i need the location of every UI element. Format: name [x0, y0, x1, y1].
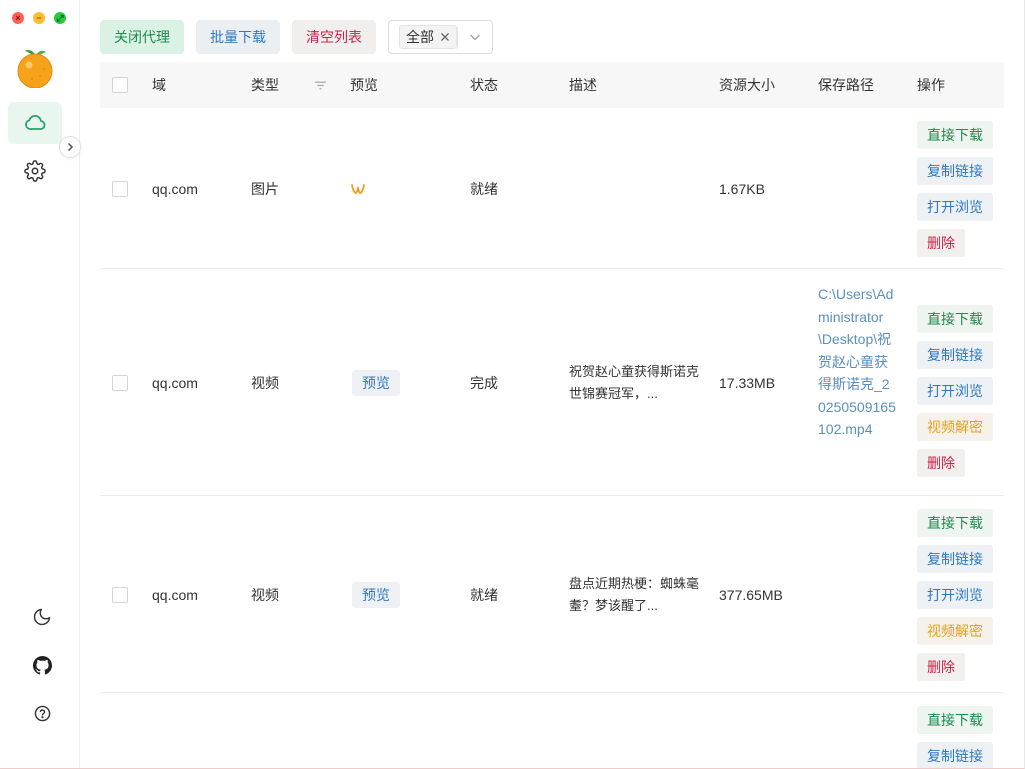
delete-button[interactable]: 删除 — [917, 653, 965, 681]
cell-path: C:\Users\Administrator\Desktop\祝贺赵心童获得斯诺… — [818, 283, 896, 441]
cell-preview: 预览 — [352, 496, 400, 693]
moon-icon — [33, 608, 51, 626]
type-filter-select[interactable]: 全部 — [388, 20, 493, 54]
cell-desc: 祝贺赵心童获得斯诺克世锦赛冠军，... — [569, 269, 704, 496]
filter-icon — [315, 81, 326, 89]
header-domain: 域 — [152, 77, 166, 93]
filter-chip: 全部 — [399, 25, 457, 49]
copy-link-button[interactable]: 复制链接 — [917, 742, 993, 768]
table-header: 域 类型 预览 状态 描述 资源大小 保存路径 操作 — [100, 62, 1004, 108]
github-icon — [32, 655, 52, 675]
preview-button[interactable]: 预览 — [352, 581, 400, 608]
save-path-link[interactable]: C:\Users\Administrator\Desktop\祝贺赵心童获得斯诺… — [818, 283, 896, 441]
decrypt-video-button[interactable]: 视频解密 — [917, 617, 993, 645]
row-select — [112, 269, 128, 496]
description-text: 祝贺赵心童获得斯诺克世锦赛冠军，... — [569, 363, 700, 401]
close-proxy-button[interactable]: 关闭代理 — [100, 20, 184, 54]
cell-domain: qq.com — [152, 180, 198, 197]
row-checkbox[interactable] — [112, 586, 128, 603]
github-link[interactable] — [25, 648, 59, 682]
delete-button[interactable]: 删除 — [917, 449, 965, 477]
cell-preview-thumbnail[interactable] — [350, 108, 366, 269]
cloud-icon — [25, 114, 46, 130]
toolbar: 关闭代理 批量下载 清空列表 全部 — [100, 20, 493, 54]
close-icon[interactable] — [440, 32, 450, 42]
row-checkbox[interactable] — [112, 180, 128, 197]
open-browse-button[interactable]: 打开浏览 — [917, 377, 993, 405]
resource-table: 域 类型 预览 状态 描述 资源大小 保存路径 操作 qq.com 图片 就绪 … — [100, 62, 1004, 768]
delete-button[interactable]: 删除 — [917, 229, 965, 257]
close-window-button[interactable]: × — [12, 12, 24, 24]
row-select — [112, 496, 128, 693]
sidebar: × − ⤢ — [0, 0, 81, 768]
copy-link-button[interactable]: 复制链接 — [917, 157, 993, 185]
table-row: 直接下载 复制链接 — [100, 693, 1004, 768]
cell-domain: qq.com — [152, 586, 198, 603]
cell-status: 就绪 — [470, 586, 498, 603]
download-button[interactable]: 直接下载 — [917, 509, 993, 537]
image-thumbnail-icon — [351, 183, 365, 194]
download-button[interactable]: 直接下载 — [917, 305, 993, 333]
filter-chip-label: 全部 — [406, 29, 434, 45]
cell-status: 完成 — [470, 374, 498, 391]
cell-size: 1.67KB — [719, 180, 765, 197]
theme-toggle[interactable] — [25, 600, 59, 634]
header-path: 保存路径 — [818, 77, 874, 93]
cell-size: 17.33MB — [719, 374, 776, 391]
gear-icon — [24, 160, 46, 182]
download-button[interactable]: 直接下载 — [917, 121, 993, 149]
cell-status: 就绪 — [470, 180, 498, 197]
open-browse-button[interactable]: 打开浏览 — [917, 193, 993, 221]
row-select — [112, 108, 128, 269]
clear-list-button[interactable]: 清空列表 — [292, 20, 376, 54]
cell-type: 视频 — [251, 374, 279, 391]
window-controls: × − ⤢ — [12, 12, 66, 24]
batch-download-button[interactable]: 批量下载 — [196, 20, 280, 54]
copy-link-button[interactable]: 复制链接 — [917, 545, 993, 573]
cell-desc: 盘点近期热梗：蜘蛛毫耋？梦该醒了... — [569, 496, 704, 693]
table-row: qq.com 视频 预览 就绪 盘点近期热梗：蜘蛛毫耋？梦该醒了... 377.… — [100, 496, 1004, 693]
header-size: 资源大小 — [719, 77, 775, 93]
header-ops: 操作 — [917, 77, 945, 93]
select-divider — [457, 27, 458, 49]
type-filter-button[interactable] — [314, 62, 327, 108]
nav-settings[interactable] — [8, 150, 62, 192]
chevron-right-icon — [67, 142, 74, 152]
copy-link-button[interactable]: 复制链接 — [917, 341, 993, 369]
row-actions: 直接下载 复制链接 — [917, 706, 993, 768]
preview-button[interactable]: 预览 — [352, 369, 400, 396]
description-text: 盘点近期热梗：蜘蛛毫耋？梦该醒了... — [569, 575, 700, 613]
chevron-down-icon[interactable] — [468, 30, 482, 44]
app-window: × − ⤢ 关闭代理 批量下载 清空列表 全部 域 类型 预览 状态 描述 资源… — [0, 0, 1025, 769]
maximize-window-button[interactable]: ⤢ — [54, 12, 66, 24]
cell-domain: qq.com — [152, 374, 198, 391]
open-browse-button[interactable]: 打开浏览 — [917, 581, 993, 609]
download-button[interactable]: 直接下载 — [917, 706, 993, 734]
header-status: 状态 — [470, 77, 498, 93]
select-all-checkbox[interactable] — [112, 77, 128, 93]
help-button[interactable] — [25, 696, 59, 730]
sidebar-expand-button[interactable] — [59, 136, 81, 158]
cell-size: 377.65MB — [719, 586, 783, 603]
decrypt-video-button[interactable]: 视频解密 — [917, 413, 993, 441]
cell-type: 图片 — [251, 180, 279, 197]
orange-logo — [16, 46, 54, 89]
header-select-all — [112, 62, 128, 108]
row-actions: 直接下载 复制链接 打开浏览 视频解密 删除 — [917, 305, 993, 477]
header-preview: 预览 — [350, 77, 378, 93]
nav-cloud[interactable] — [8, 102, 62, 144]
header-desc: 描述 — [569, 77, 597, 93]
table-row: qq.com 图片 就绪 1.67KB 直接下载 复制链接 打开浏览 删除 — [100, 108, 1004, 269]
row-actions: 直接下载 复制链接 打开浏览 删除 — [917, 121, 993, 257]
table-row: qq.com 视频 预览 完成 祝贺赵心童获得斯诺克世锦赛冠军，... 17.3… — [100, 269, 1004, 496]
row-actions: 直接下载 复制链接 打开浏览 视频解密 删除 — [917, 509, 993, 681]
help-icon — [34, 705, 50, 721]
cell-type: 视频 — [251, 586, 279, 603]
cell-preview: 预览 — [352, 269, 400, 496]
minimize-window-button[interactable]: − — [33, 12, 45, 24]
row-checkbox[interactable] — [112, 374, 128, 391]
header-type: 类型 — [251, 77, 279, 93]
